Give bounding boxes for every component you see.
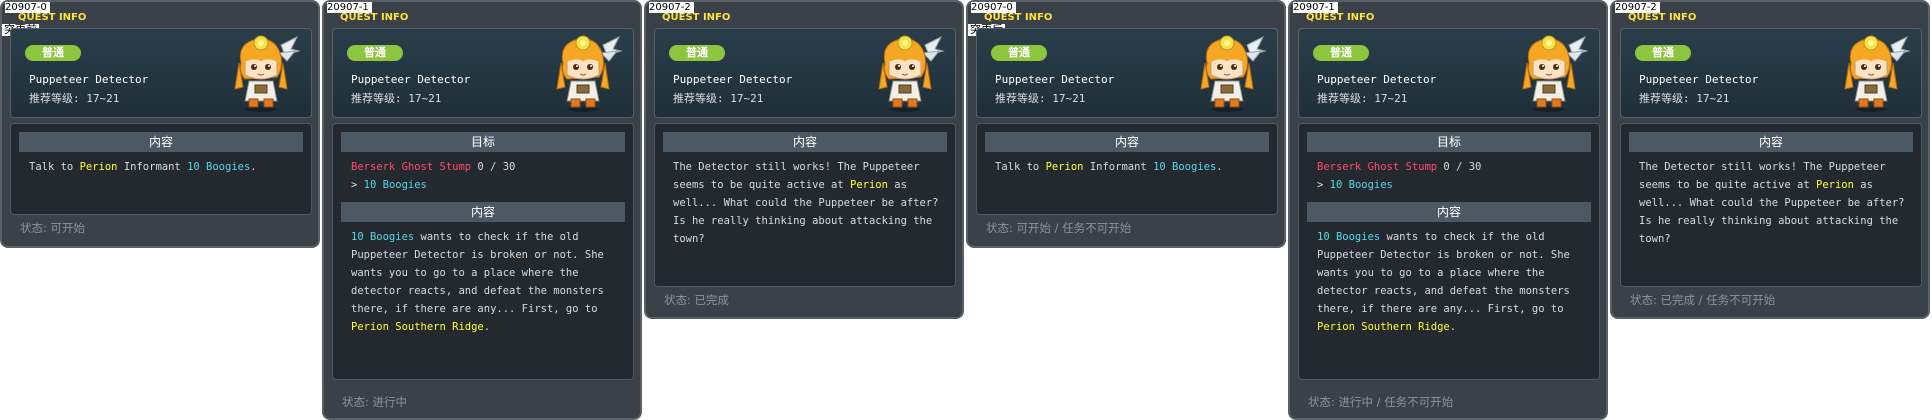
quest-info-title: QUEST INFO xyxy=(984,12,1053,23)
npc-portrait xyxy=(1509,33,1589,113)
location-highlight: Perion xyxy=(1045,161,1084,173)
recommended-level: 推荐等级: 17~21 xyxy=(1317,92,1408,105)
quest-info-panel: 20907-0 QUEST INFO突更前 普通 Puppeteer Detec… xyxy=(0,0,320,248)
goal-section-header: 目标 xyxy=(341,132,625,152)
npc-portrait xyxy=(1187,33,1267,113)
goal-count: 0 / 30 xyxy=(471,161,516,173)
quest-header: 普通 Puppeteer Detector 推荐等级: 17~21 xyxy=(1298,28,1600,118)
quest-header: 普通 Puppeteer Detector 推荐等级: 17~21 xyxy=(976,28,1278,118)
npc-detector-girl-icon xyxy=(878,35,945,112)
quest-content-box: 内容 Talk to Perion Informant 10 Boogies. xyxy=(10,123,312,215)
quest-type-badge: 普通 xyxy=(669,45,725,61)
quest-description: The Detector still works! The Puppeteer … xyxy=(1639,161,1905,245)
npc-detector-girl-icon xyxy=(1200,35,1267,112)
quest-type-badge: 普通 xyxy=(991,45,1047,61)
npc-detector-girl-icon xyxy=(1522,35,1589,112)
npc-portrait xyxy=(865,33,945,113)
npc-portrait xyxy=(543,33,623,113)
quest-content-box: 内容 Talk to Perion Informant 10 Boogies. xyxy=(976,123,1278,215)
npc-portrait xyxy=(221,33,301,113)
quest-status: 状态: 可开始 / 任务不可开始 xyxy=(986,221,1132,235)
quest-description: Talk to Perion Informant 10 Boogies. xyxy=(995,161,1223,173)
npc-highlight: 10 Boogies xyxy=(1153,161,1217,173)
quest-description: 10 Boogies wants to check if the old Pup… xyxy=(1317,231,1570,333)
quest-header: 普通 Puppeteer Detector 推荐等级: 17~21 xyxy=(332,28,634,118)
quest-description: Talk to Perion Informant 10 Boogies. xyxy=(29,161,257,173)
goal-count: 0 / 30 xyxy=(1437,161,1482,173)
recommended-level: 推荐等级: 17~21 xyxy=(995,92,1086,105)
quest-type-badge: 普通 xyxy=(25,45,81,61)
quest-header: 普通 Puppeteer Detector 推荐等级: 17~21 xyxy=(654,28,956,118)
quest-content-box: 目标 Berserk Ghost Stump 0 / 30 > 10 Boogi… xyxy=(1298,123,1600,380)
goal-monster: Berserk Ghost Stump xyxy=(1317,161,1438,173)
quest-name: Puppeteer Detector xyxy=(1317,73,1437,86)
recommended-level: 推荐等级: 17~21 xyxy=(673,92,764,105)
goal-monster: Berserk Ghost Stump xyxy=(351,161,472,173)
quest-status: 状态: 已完成 xyxy=(664,293,730,307)
quest-status: 状态: 已完成 / 任务不可开始 xyxy=(1630,293,1776,307)
content-section-header: 内容 xyxy=(1307,202,1591,222)
quest-info-panel: 20907-1 QUEST INFO 普通 Puppeteer Detector… xyxy=(322,0,642,420)
quest-info-title: QUEST INFO xyxy=(662,12,731,23)
quest-info-panel: 20907-2 QUEST INFO 普通 Puppeteer Detector… xyxy=(644,0,964,319)
quest-info-title: QUEST INFO xyxy=(340,12,409,23)
quest-content-box: 内容 The Detector still works! The Puppete… xyxy=(1620,123,1922,287)
location-highlight: Perion xyxy=(1816,179,1854,191)
content-section-header: 内容 xyxy=(985,132,1269,152)
content-section-header: 内容 xyxy=(663,132,947,152)
location-highlight: Perion xyxy=(850,179,888,191)
quest-info-panel: 20907-0 QUEST INFO突更后 普通 Puppeteer Detec… xyxy=(966,0,1286,248)
quest-name: Puppeteer Detector xyxy=(995,73,1115,86)
goal-sub-prefix: > xyxy=(351,179,364,191)
recommended-level: 推荐等级: 17~21 xyxy=(351,92,442,105)
quest-type-badge: 普通 xyxy=(1313,45,1369,61)
npc-detector-girl-icon xyxy=(556,35,623,112)
location-highlight: Perion xyxy=(79,161,118,173)
location-highlight: Perion Southern Ridge xyxy=(351,321,484,333)
quest-info-title: QUEST INFO xyxy=(1628,12,1697,23)
goal-sub-line: > 10 Boogies xyxy=(1317,176,1589,194)
content-section-header: 内容 xyxy=(341,202,625,222)
goal-sub-npc: 10 Boogies xyxy=(1329,179,1393,191)
goal-monster-line: Berserk Ghost Stump 0 / 30 xyxy=(1317,158,1589,176)
quest-name: Puppeteer Detector xyxy=(29,73,149,86)
content-section-header: 内容 xyxy=(1629,132,1913,152)
npc-portrait xyxy=(1831,33,1911,113)
location-highlight: Perion Southern Ridge xyxy=(1317,321,1450,333)
npc-highlight: 10 Boogies xyxy=(187,161,251,173)
quest-status: 状态: 进行中 xyxy=(342,395,408,409)
quest-description: The Detector still works! The Puppeteer … xyxy=(673,161,939,245)
recommended-level: 推荐等级: 17~21 xyxy=(1639,92,1730,105)
quest-type-badge: 普通 xyxy=(1635,45,1691,61)
recommended-level: 推荐等级: 17~21 xyxy=(29,92,120,105)
quest-header: 普通 Puppeteer Detector 推荐等级: 17~21 xyxy=(1620,28,1922,118)
npc-highlight: 10 Boogies xyxy=(351,231,415,243)
content-section-header: 内容 xyxy=(19,132,303,152)
quest-info-panel: 20907-1 QUEST INFO 普通 Puppeteer Detector… xyxy=(1288,0,1608,420)
quest-name: Puppeteer Detector xyxy=(1639,73,1759,86)
goal-section-header: 目标 xyxy=(1307,132,1591,152)
quest-description: 10 Boogies wants to check if the old Pup… xyxy=(351,231,604,333)
npc-highlight: 10 Boogies xyxy=(1317,231,1381,243)
goal-sub-line: > 10 Boogies xyxy=(351,176,623,194)
quest-content-box: 目标 Berserk Ghost Stump 0 / 30 > 10 Boogi… xyxy=(332,123,634,380)
npc-detector-girl-icon xyxy=(234,35,301,112)
quest-name: Puppeteer Detector xyxy=(673,73,793,86)
goal-monster-line: Berserk Ghost Stump 0 / 30 xyxy=(351,158,623,176)
goal-sub-prefix: > xyxy=(1317,179,1330,191)
quest-info-panel: 20907-2 QUEST INFO 普通 Puppeteer Detector… xyxy=(1610,0,1930,319)
quest-header: 普通 Puppeteer Detector 推荐等级: 17~21 xyxy=(10,28,312,118)
quest-status: 状态: 可开始 xyxy=(20,221,86,235)
quest-status: 状态: 进行中 / 任务不可开始 xyxy=(1308,395,1454,409)
quest-type-badge: 普通 xyxy=(347,45,403,61)
quest-content-box: 内容 The Detector still works! The Puppete… xyxy=(654,123,956,287)
goal-sub-npc: 10 Boogies xyxy=(363,179,427,191)
npc-detector-girl-icon xyxy=(1844,35,1911,112)
quest-info-title: QUEST INFO xyxy=(1306,12,1375,23)
quest-name: Puppeteer Detector xyxy=(351,73,471,86)
quest-info-title: QUEST INFO xyxy=(18,12,87,23)
